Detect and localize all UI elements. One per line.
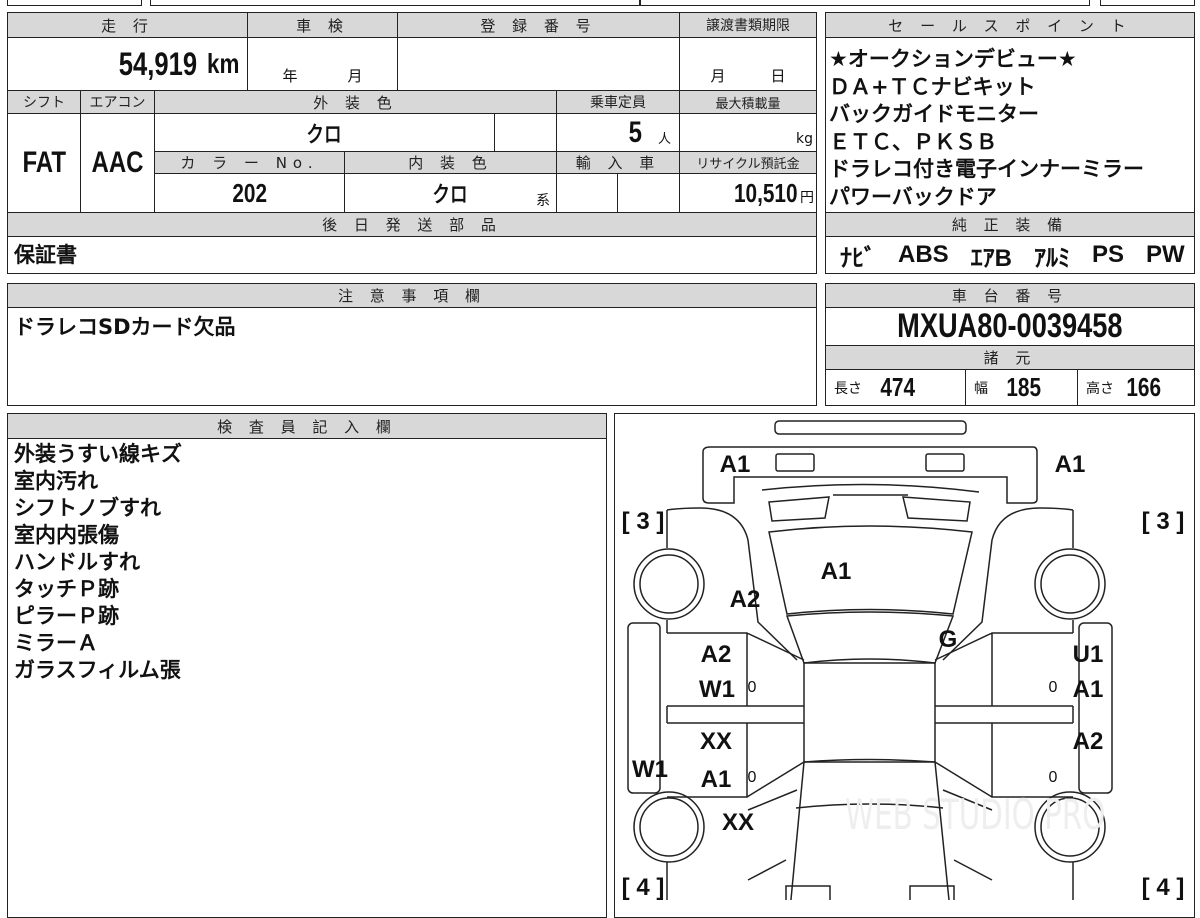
headlight-right [925,453,965,472]
watermark: WEB STUDIO PRO [845,790,1106,839]
door-handle-mark: 0 [747,679,757,696]
section-number: [ 4 ] [621,874,665,901]
wheel-inner [1040,554,1100,614]
damage-mark: A1 [700,766,732,793]
damage-mark: XX [721,809,755,836]
door-handle-mark: 0 [747,769,757,786]
damage-mark: U1 [1072,641,1104,668]
door-handle-mark: 0 [1048,679,1058,696]
damage-mark: XX [699,728,733,755]
headlight-left [775,453,815,472]
damage-mark: A1 [1072,676,1104,703]
damage-mark: A1 [1054,451,1086,478]
grille-shape [761,483,980,522]
damage-mark: A1 [719,451,751,478]
damage-mark: A2 [1072,728,1104,755]
rear-lights [785,885,955,900]
damage-mark: G [938,626,958,653]
door-handle-mark: 0 [1048,769,1058,786]
wheel-rear-left [633,791,705,863]
wheel-front-left [633,548,705,620]
section-number: [ 3 ] [1141,508,1185,535]
damage-mark: A2 [729,586,761,613]
damage-mark: W1 [632,756,668,783]
wheel-inner [639,797,699,857]
car-diagram [627,420,1113,900]
windshield-shape [768,525,973,615]
left-doors [666,632,805,798]
roof-shape [803,662,936,763]
fender-line [666,510,1074,633]
hood-shape [785,611,955,664]
rear-bumper-shape [774,420,967,435]
fender-front [666,507,1074,661]
section-number: [ 3 ] [621,508,665,535]
damage-mark: W1 [699,676,735,703]
damage-mark: A2 [700,641,732,668]
wheel-inner [639,554,699,614]
section-number: [ 4 ] [1141,874,1185,901]
wheel-front-right [1034,548,1106,620]
damage-mark: A1 [820,558,852,585]
